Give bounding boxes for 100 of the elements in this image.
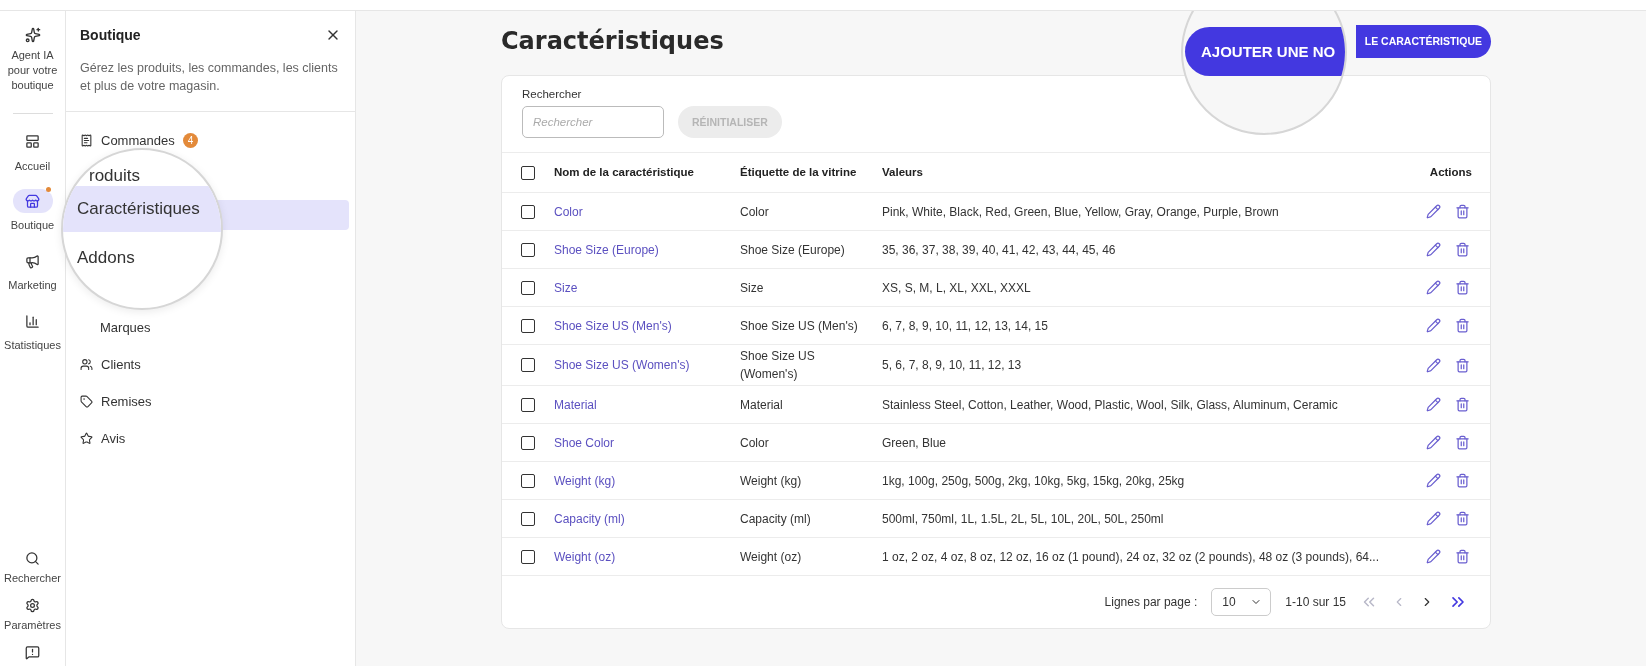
page-title: Caractéristiques (501, 27, 724, 55)
row-checkbox[interactable] (521, 397, 535, 412)
edit-icon[interactable] (1426, 549, 1441, 564)
rows-per-page-label: Lignes par page : (1104, 595, 1198, 609)
magnified-add-button[interactable]: AJOUTER UNE NO (1185, 27, 1345, 76)
nav-item[interactable]: Clients (66, 346, 141, 383)
receipt-icon (80, 133, 93, 147)
table-cell-text: 1 oz, 2 oz, 4 oz, 8 oz, 12 oz, 16 oz (1 pound), 24 oz, 32 oz (2 pounds), 48 oz (3 pounds), 64... (882, 548, 1380, 566)
select-all-checkbox[interactable] (521, 165, 535, 180)
row-checkbox[interactable] (521, 549, 535, 564)
settings-icon[interactable] (25, 598, 40, 614)
trash-icon[interactable] (1455, 549, 1470, 564)
table-cell-text: Size (740, 279, 765, 297)
trash-icon[interactable] (1455, 357, 1470, 373)
magnified-nav-item[interactable]: Caractéristiques (63, 186, 221, 232)
row-checkbox[interactable] (521, 204, 535, 219)
feature-name-link[interactable]: Material (554, 397, 597, 412)
table-cell-text: Stainless Steel, Cotton, Leather, Wood, Plastic, Wool, Silk, Glass, Aluminum, Ceramic (882, 396, 1339, 414)
trash-icon[interactable] (1455, 397, 1470, 412)
table-cell-text: 6, 7, 8, 9, 10, 11, 12, 13, 14, 15 (882, 317, 1049, 335)
table-cell-text: Color (740, 203, 770, 221)
nav-item[interactable]: Avis (66, 420, 126, 457)
sparkle-icon[interactable] (24, 27, 41, 43)
tag-icon (80, 395, 93, 408)
bar-chart-icon (25, 313, 40, 329)
column-header: Nom de la caractéristique (554, 165, 695, 181)
trash-icon[interactable] (1455, 511, 1470, 526)
feature-name-link[interactable]: Color (554, 204, 583, 219)
trash-icon[interactable] (1455, 435, 1470, 450)
feature-name-link[interactable]: Shoe Size (Europe) (554, 242, 659, 257)
trash-icon[interactable] (1455, 242, 1470, 257)
feature-name-link[interactable]: Weight (oz) (554, 549, 616, 564)
search-icon[interactable] (25, 551, 40, 567)
edit-icon[interactable] (1426, 473, 1441, 488)
feature-name-link[interactable]: Size (554, 280, 578, 295)
table-cell-text: Pink, White, Black, Red, Green, Blue, Yellow, Gray, Orange, Purple, Brown (882, 203, 1280, 221)
table-cell-text: Color (740, 434, 770, 452)
table-cell-text: Material (740, 396, 784, 414)
column-header: Actions (1429, 165, 1473, 181)
edit-icon[interactable] (1426, 242, 1441, 257)
rail-label[interactable]: Rechercher (1, 571, 64, 587)
edit-icon[interactable] (1426, 511, 1441, 526)
megaphone-icon (25, 253, 40, 269)
table-cell-text: Green, Blue (882, 434, 948, 452)
feature-name-link[interactable]: Shoe Size US (Women's) (554, 358, 690, 372)
rail-label[interactable]: Paramètres (1, 618, 64, 633)
add-feature-button[interactable]: LE CARACTÉRISTIQUE (1355, 24, 1491, 58)
table-cell-text: Shoe Size US (Women's) (740, 348, 816, 383)
feature-name-link[interactable]: Shoe Color (554, 435, 615, 450)
row-checkbox[interactable] (521, 242, 535, 257)
rail-label[interactable]: Marketing (1, 278, 64, 294)
dashboard-icon (25, 134, 40, 150)
table-cell-text: 1kg, 100g, 250g, 500g, 2kg, 10kg, 5kg, 15kg, 20kg, 25kg (882, 472, 1186, 490)
table-cell-text: 5, 6, 7, 8, 9, 10, 11, 12, 13 (882, 357, 1023, 374)
page-range: 1-10 sur 15 (1285, 595, 1346, 609)
row-checkbox[interactable] (521, 473, 535, 488)
agent-label[interactable]: Agent IA pour votre boutique (1, 48, 64, 93)
table-cell-text: Capacity (ml) (740, 510, 812, 528)
edit-icon[interactable] (1426, 435, 1441, 450)
search-field[interactable]: Rechercher (522, 106, 664, 138)
feature-name-link[interactable]: Weight (kg) (554, 473, 616, 488)
trash-icon[interactable] (1455, 318, 1470, 333)
store-icon (25, 193, 40, 209)
feedback-icon[interactable] (25, 645, 40, 660)
row-checkbox[interactable] (521, 435, 535, 450)
edit-icon[interactable] (1426, 204, 1441, 219)
count-badge: 4 (182, 132, 199, 148)
magnified-nav-item[interactable]: roduits (63, 150, 221, 186)
row-checkbox[interactable] (521, 318, 535, 333)
edit-icon[interactable] (1426, 318, 1441, 333)
table-cell-text: Shoe Size (Europe) (740, 241, 846, 259)
rail-label[interactable]: Statistiques (1, 338, 64, 353)
row-checkbox[interactable] (521, 280, 535, 295)
rail-label[interactable]: Boutique (1, 218, 64, 234)
rail-label[interactable]: Accueil (1, 158, 64, 174)
edit-icon[interactable] (1426, 357, 1441, 373)
row-checkbox[interactable] (521, 358, 535, 372)
feature-name-link[interactable]: Shoe Size US (Men's) (554, 318, 672, 333)
people-icon (80, 358, 93, 371)
panel-title: Boutique (80, 27, 141, 43)
table-cell-text: 35, 36, 37, 38, 39, 40, 41, 42, 43, 44, 45, 46 (882, 241, 1117, 259)
magnified-nav-item[interactable]: Addons (63, 232, 221, 284)
edit-icon[interactable] (1426, 397, 1441, 412)
rail-icon-button[interactable] (12, 189, 53, 214)
feature-name-link[interactable]: Capacity (ml) (554, 511, 625, 526)
table-cell-text: Shoe Size US (Men's) (740, 317, 859, 335)
search-label: Rechercher (522, 88, 583, 100)
nav-item[interactable]: Marques (66, 309, 151, 346)
star-icon (80, 432, 93, 445)
trash-icon[interactable] (1455, 204, 1470, 219)
panel-description: Gérez les produits, les commandes, les clients et plus de votre magasin. (80, 60, 339, 95)
trash-icon[interactable] (1455, 280, 1470, 295)
nav-item[interactable]: Remises (66, 383, 152, 420)
nav-item[interactable]: Commandes 4 (66, 128, 199, 152)
edit-icon[interactable] (1426, 280, 1441, 295)
trash-icon[interactable] (1455, 473, 1470, 488)
table-cell-text: Weight (oz) (740, 548, 803, 566)
row-checkbox[interactable] (521, 511, 535, 526)
rows-per-page-select[interactable]: 10 (1211, 588, 1272, 616)
table-cell-text: 500ml, 750ml, 1L, 1.5L, 2L, 5L, 10L, 20L, 50L, 250ml (882, 510, 1165, 528)
